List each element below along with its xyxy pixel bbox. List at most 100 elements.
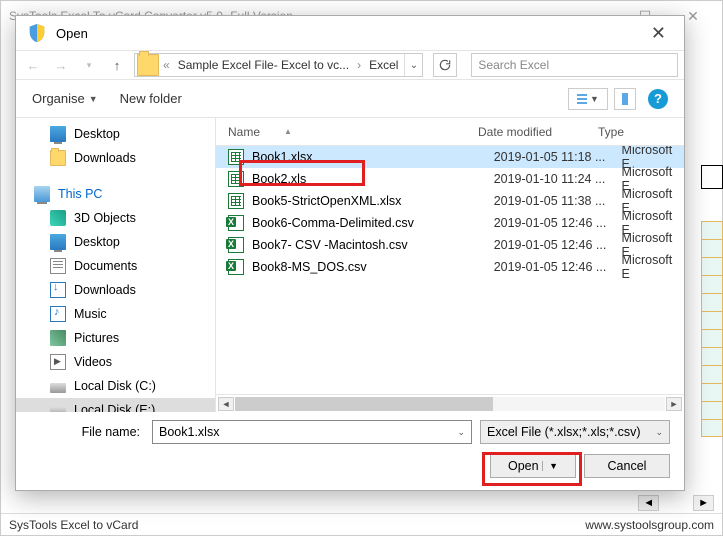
pc-icon: [34, 186, 50, 202]
file-row[interactable]: Book2.xls2019-01-10 11:24 ...Microsoft E: [216, 168, 684, 190]
tree-label: Desktop: [74, 235, 120, 249]
file-date: 2019-01-10 11:24 ...: [494, 172, 614, 186]
organise-menu[interactable]: Organise ▼: [32, 91, 98, 106]
crumb-sep[interactable]: «: [161, 54, 172, 76]
cancel-button[interactable]: Cancel: [584, 454, 670, 478]
search-input[interactable]: Search Excel: [471, 53, 678, 77]
tree-downloads-2[interactable]: Downloads: [16, 278, 215, 302]
tree-documents[interactable]: Documents: [16, 254, 215, 278]
tree-local-disk-c[interactable]: Local Disk (C:): [16, 374, 215, 398]
tree-label: Downloads: [74, 283, 136, 297]
file-name: Book7- CSV -Macintosh.csv: [252, 238, 486, 252]
file-date: 2019-01-05 11:18 ...: [494, 150, 614, 164]
file-row[interactable]: Book5-StrictOpenXML.xlsx2019-01-05 11:38…: [216, 190, 684, 212]
breadcrumb[interactable]: « Sample Excel File- Excel to vc... › Ex…: [134, 53, 423, 77]
scroll-left-icon[interactable]: ◄: [638, 495, 659, 511]
open-button[interactable]: Open ▼: [490, 454, 576, 478]
tree-3d-objects[interactable]: 3D Objects: [16, 206, 215, 230]
crumb-1[interactable]: Sample Excel File- Excel to vc...: [172, 54, 355, 76]
excel-file-icon: [228, 193, 244, 209]
excel-csv-icon: [228, 215, 244, 231]
filename-input[interactable]: Book1.xlsx ⌄: [152, 420, 472, 444]
col-name[interactable]: Name: [228, 125, 260, 139]
background-cell: [701, 165, 723, 189]
tree-music[interactable]: Music: [16, 302, 215, 326]
chevron-down-icon[interactable]: ▼: [542, 461, 558, 471]
folder-icon: [137, 54, 159, 76]
dialog-body: Desktop Downloads This PC 3D Objects Des…: [16, 118, 684, 412]
scroll-track[interactable]: [235, 397, 665, 411]
forward-button[interactable]: →: [50, 54, 72, 76]
file-type-select[interactable]: Excel File (*.xlsx;*.xls;*.csv) ⌄: [480, 420, 670, 444]
file-date: 2019-01-05 11:38 ...: [494, 194, 614, 208]
horizontal-scrollbar[interactable]: ◄ ►: [216, 394, 684, 412]
col-date[interactable]: Date modified: [478, 125, 598, 139]
scroll-right-icon[interactable]: ►: [666, 397, 682, 411]
tree-desktop[interactable]: Desktop: [16, 122, 215, 146]
tree-this-pc[interactable]: This PC: [16, 182, 215, 206]
documents-icon: [50, 258, 66, 274]
tree-label: Local Disk (E:): [74, 403, 155, 412]
open-dialog: Open ✕ ← → ▾ ↑ « Sample Excel File- Exce…: [15, 15, 685, 491]
back-button[interactable]: ←: [22, 54, 44, 76]
file-date: 2019-01-05 12:46 ...: [494, 216, 614, 230]
file-list-header[interactable]: Name ▲ Date modified Type: [216, 118, 684, 146]
recent-dropdown[interactable]: ▾: [78, 54, 100, 76]
crumb-sep: ›: [355, 54, 363, 76]
file-list: Name ▲ Date modified Type Book1.xlsx2019-…: [216, 118, 684, 412]
app-window: SysTools Excel To vCard Converter v5.0- …: [0, 0, 723, 536]
button-row: Open ▼ Cancel: [30, 454, 670, 478]
dialog-titlebar: Open ✕: [16, 16, 684, 50]
status-right: www.systoolsgroup.com: [585, 518, 714, 532]
up-button[interactable]: ↑: [106, 54, 128, 76]
chevron-down-icon: ⌄: [655, 427, 663, 438]
tree-label: Videos: [74, 355, 112, 369]
filename-value: Book1.xlsx: [159, 425, 219, 439]
new-folder-button[interactable]: New folder: [120, 91, 182, 106]
file-date: 2019-01-05 12:46 ...: [494, 238, 614, 252]
filename-row: File name: Book1.xlsx ⌄ Excel File (*.xl…: [30, 420, 670, 444]
file-row[interactable]: Book7- CSV -Macintosh.csv 2019-01-05 12:4…: [216, 234, 684, 256]
col-type[interactable]: Type: [598, 125, 684, 139]
file-row[interactable]: Book6-Comma-Delimited.csv2019-01-05 12:4…: [216, 212, 684, 234]
tree-desktop-2[interactable]: Desktop: [16, 230, 215, 254]
tree-downloads[interactable]: Downloads: [16, 146, 215, 170]
desktop-icon: [50, 126, 66, 142]
filename-label: File name:: [30, 425, 140, 439]
file-row[interactable]: Book8-MS_DOS.csv2019-01-05 12:46 ...Micr…: [216, 256, 684, 278]
tree-label: Downloads: [74, 151, 136, 165]
crumb-2[interactable]: Excel: [363, 54, 404, 76]
chevron-down-icon[interactable]: ⌄: [457, 427, 465, 438]
scroll-left-icon[interactable]: ◄: [218, 397, 234, 411]
tree-label: 3D Objects: [74, 211, 136, 225]
file-row[interactable]: Book1.xlsx2019-01-05 11:18 ...Microsoft …: [216, 146, 684, 168]
file-type: Microsoft E: [622, 253, 684, 281]
new-folder-label: New folder: [120, 91, 182, 106]
scroll-right-icon[interactable]: ►: [693, 495, 714, 511]
tree-pictures[interactable]: Pictures: [16, 326, 215, 350]
status-left: SysTools Excel to vCard: [9, 518, 138, 532]
refresh-button[interactable]: [433, 53, 457, 77]
chevron-down-icon: ▼: [89, 94, 98, 104]
help-button[interactable]: ?: [648, 89, 668, 109]
disk-icon: [50, 383, 66, 393]
navigation-tree[interactable]: Desktop Downloads This PC 3D Objects Des…: [16, 118, 216, 412]
view-mode-button[interactable]: ▼: [568, 88, 608, 110]
preview-pane-button[interactable]: [614, 88, 636, 110]
search-placeholder: Search Excel: [478, 58, 549, 72]
preview-icon: [622, 93, 628, 105]
excel-file-icon: [228, 149, 244, 165]
file-name: Book8-MS_DOS.csv: [252, 260, 486, 274]
sort-asc-icon: ▲: [284, 127, 292, 136]
excel-file-icon: [228, 171, 244, 187]
tree-videos[interactable]: Videos: [16, 350, 215, 374]
status-bar: SysTools Excel to vCard www.systoolsgrou…: [1, 513, 722, 535]
file-rows: Book1.xlsx2019-01-05 11:18 ...Microsoft …: [216, 146, 684, 394]
dialog-toolbar: Organise ▼ New folder ▼ ?: [16, 80, 684, 118]
tree-local-disk-e[interactable]: Local Disk (E:): [16, 398, 215, 412]
dialog-close-button[interactable]: ✕: [643, 19, 674, 48]
breadcrumb-dropdown[interactable]: ⌄: [404, 54, 422, 76]
dialog-bottom: File name: Book1.xlsx ⌄ Excel File (*.xl…: [16, 412, 684, 490]
scroll-thumb[interactable]: [235, 397, 493, 411]
excel-csv-icon: [228, 259, 244, 275]
